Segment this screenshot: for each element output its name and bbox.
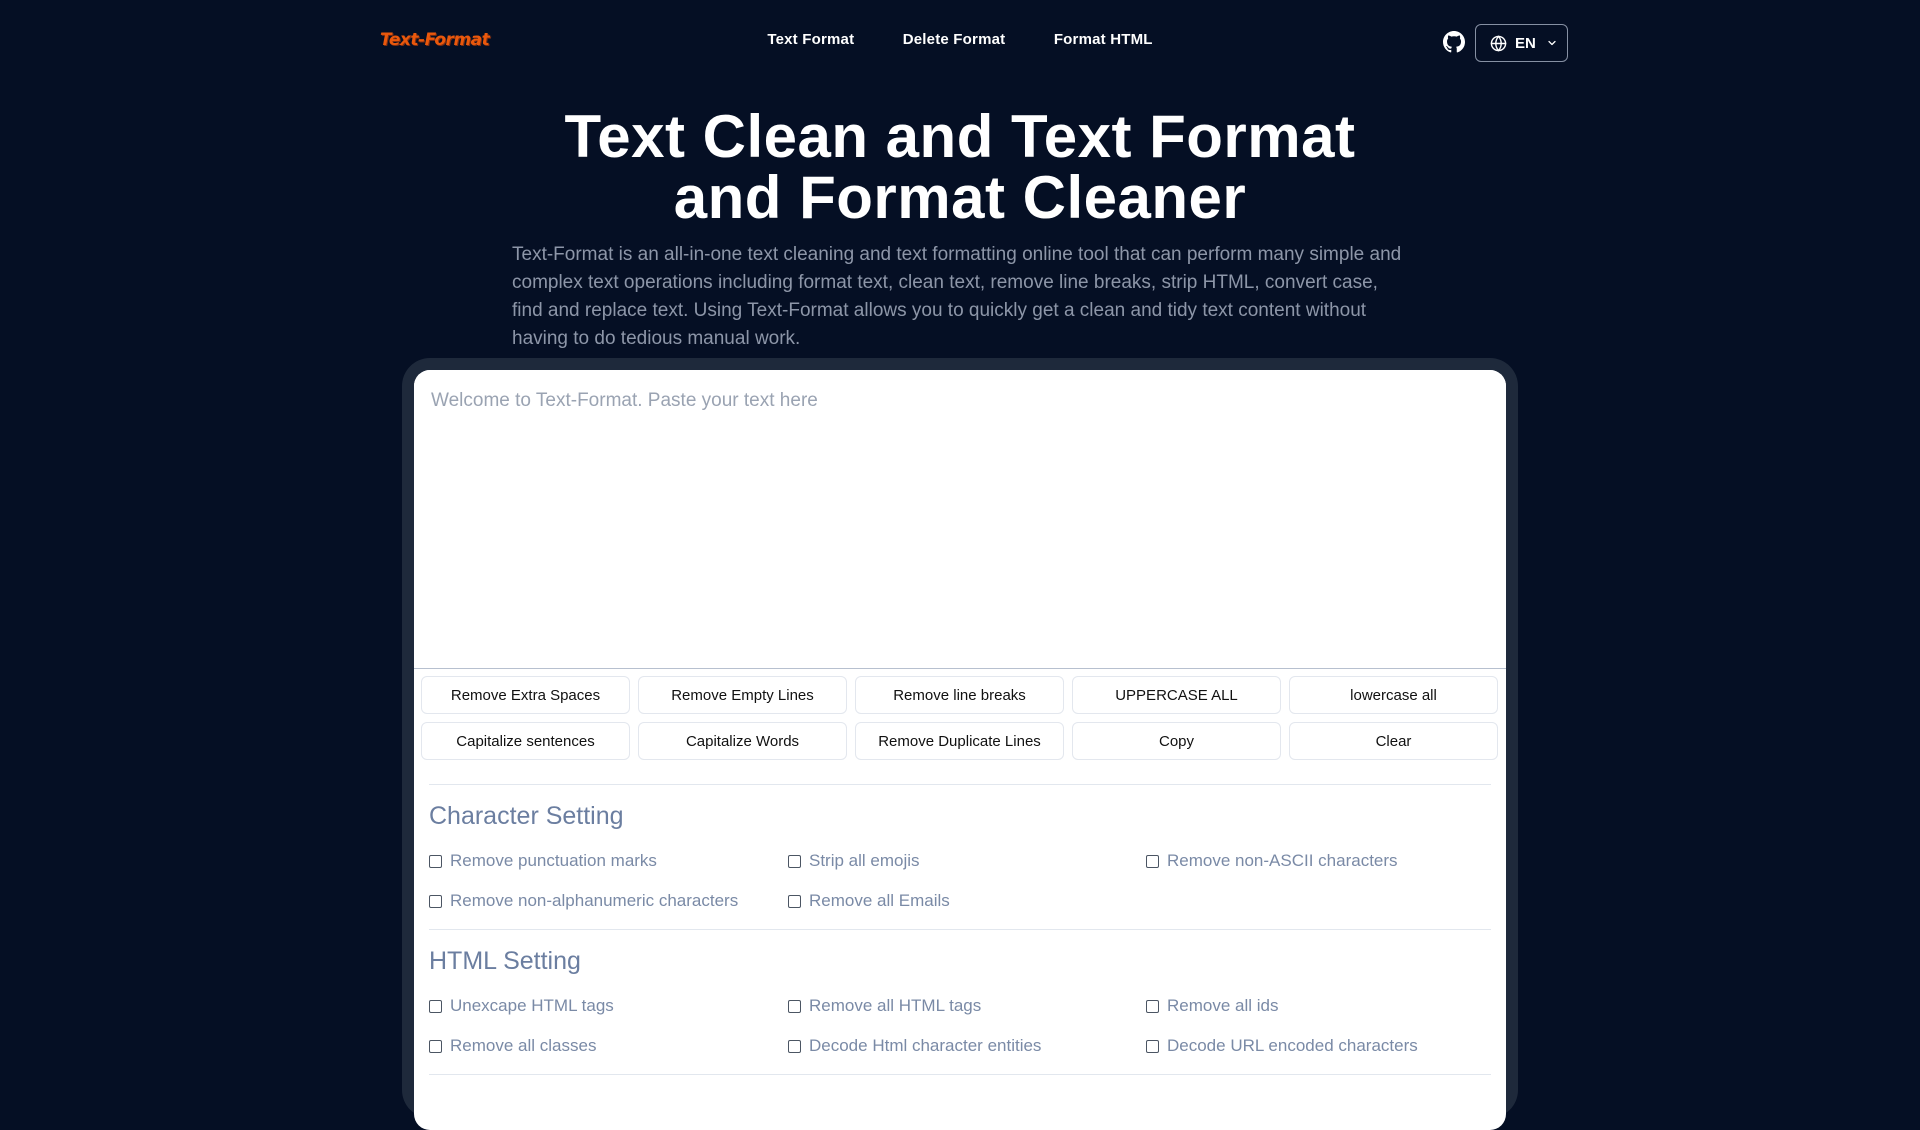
character-setting-options: Remove punctuation marks Strip all emoji… xyxy=(429,849,1491,913)
top-nav: Text-Format Text Format Delete Format Fo… xyxy=(0,0,1920,86)
html-setting-options: Unexcape HTML tags Remove all HTML tags … xyxy=(429,994,1491,1058)
option-label: Decode URL encoded characters xyxy=(1167,1036,1418,1055)
nav-link-format-html[interactable]: Format HTML xyxy=(1054,31,1153,48)
option-unescape-html[interactable]: Unexcape HTML tags xyxy=(429,994,788,1018)
option-label: Unexcape HTML tags xyxy=(450,996,614,1015)
page-title-line-1: Text Clean and Text Format xyxy=(564,103,1356,170)
checkbox[interactable] xyxy=(1146,1039,1159,1053)
copy-button[interactable]: Copy xyxy=(1072,722,1281,760)
language-select[interactable]: EN xyxy=(1475,24,1568,62)
remove-empty-lines-button[interactable]: Remove Empty Lines xyxy=(638,676,847,714)
text-input-area[interactable] xyxy=(414,370,1506,669)
option-label: Remove punctuation marks xyxy=(450,851,657,870)
option-label: Remove all Emails xyxy=(809,891,950,910)
option-label: Strip all emojis xyxy=(809,851,920,870)
nav-link-delete-format[interactable]: Delete Format xyxy=(903,31,1006,48)
option-label: Remove non-alphanumeric characters xyxy=(450,891,739,910)
character-setting-section: Character Setting Remove punctuation mar… xyxy=(429,784,1491,930)
option-label: Remove non-ASCII characters xyxy=(1167,851,1398,870)
page-description: Text-Format is an all-in-one text cleani… xyxy=(512,244,1402,349)
clear-button[interactable]: Clear xyxy=(1289,722,1498,760)
option-remove-emails[interactable]: Remove all Emails xyxy=(788,889,1146,913)
github-icon[interactable] xyxy=(1443,31,1465,53)
html-setting-title: HTML Setting xyxy=(429,947,581,975)
checkbox[interactable] xyxy=(429,1039,442,1053)
capitalize-sentences-button[interactable]: Capitalize sentences xyxy=(421,722,630,760)
option-remove-ids[interactable]: Remove all ids xyxy=(1146,994,1491,1018)
remove-extra-spaces-button[interactable]: Remove Extra Spaces xyxy=(421,676,630,714)
option-decode-html-entities[interactable]: Decode Html character entities xyxy=(788,1034,1146,1058)
page-title: Text Clean and Text Format and Format Cl… xyxy=(460,106,1460,228)
character-setting-title: Character Setting xyxy=(429,802,624,830)
option-remove-html-tags[interactable]: Remove all HTML tags xyxy=(788,994,1146,1018)
checkbox[interactable] xyxy=(788,1039,801,1053)
checkbox[interactable] xyxy=(429,894,442,908)
checkbox[interactable] xyxy=(1146,999,1159,1013)
checkbox[interactable] xyxy=(1146,854,1159,868)
page-title-line-2: and Format Cleaner xyxy=(673,164,1247,231)
chevron-down-icon xyxy=(1548,40,1556,46)
option-label: Remove all ids xyxy=(1167,996,1279,1015)
checkbox[interactable] xyxy=(429,999,442,1013)
option-label: Decode Html character entities xyxy=(809,1036,1042,1055)
option-remove-classes[interactable]: Remove all classes xyxy=(429,1034,788,1058)
option-remove-non-alphanumeric[interactable]: Remove non-alphanumeric characters xyxy=(429,889,788,913)
html-setting-section: HTML Setting Unexcape HTML tags Remove a… xyxy=(429,929,1491,1075)
action-buttons: Remove Extra Spaces Remove Empty Lines R… xyxy=(421,676,1499,760)
checkbox[interactable] xyxy=(429,854,442,868)
tool-card: Remove Extra Spaces Remove Empty Lines R… xyxy=(414,370,1506,1130)
option-strip-emojis[interactable]: Strip all emojis xyxy=(788,849,1146,873)
tool-panel: Remove Extra Spaces Remove Empty Lines R… xyxy=(402,358,1518,1130)
globe-icon xyxy=(1490,34,1507,52)
nav-links: Text Format Delete Format Format HTML xyxy=(0,31,1920,49)
remove-line-breaks-button[interactable]: Remove line breaks xyxy=(855,676,1064,714)
brand-logo[interactable]: Text-Format xyxy=(380,30,490,50)
checkbox[interactable] xyxy=(788,999,801,1013)
option-decode-url-encoded[interactable]: Decode URL encoded characters xyxy=(1146,1034,1491,1058)
checkbox[interactable] xyxy=(788,894,801,908)
checkbox[interactable] xyxy=(788,854,801,868)
capitalize-words-button[interactable]: Capitalize Words xyxy=(638,722,847,760)
option-remove-non-ascii[interactable]: Remove non-ASCII characters xyxy=(1146,849,1491,873)
option-label: Remove all HTML tags xyxy=(809,996,982,1015)
nav-link-text-format[interactable]: Text Format xyxy=(767,31,854,48)
option-label: Remove all classes xyxy=(450,1036,597,1055)
option-remove-punctuation[interactable]: Remove punctuation marks xyxy=(429,849,788,873)
lowercase-all-button[interactable]: lowercase all xyxy=(1289,676,1498,714)
next-section-divider xyxy=(429,1074,1491,1130)
uppercase-all-button[interactable]: UPPERCASE ALL xyxy=(1072,676,1281,714)
remove-duplicate-lines-button[interactable]: Remove Duplicate Lines xyxy=(855,722,1064,760)
language-label: EN xyxy=(1515,34,1536,52)
